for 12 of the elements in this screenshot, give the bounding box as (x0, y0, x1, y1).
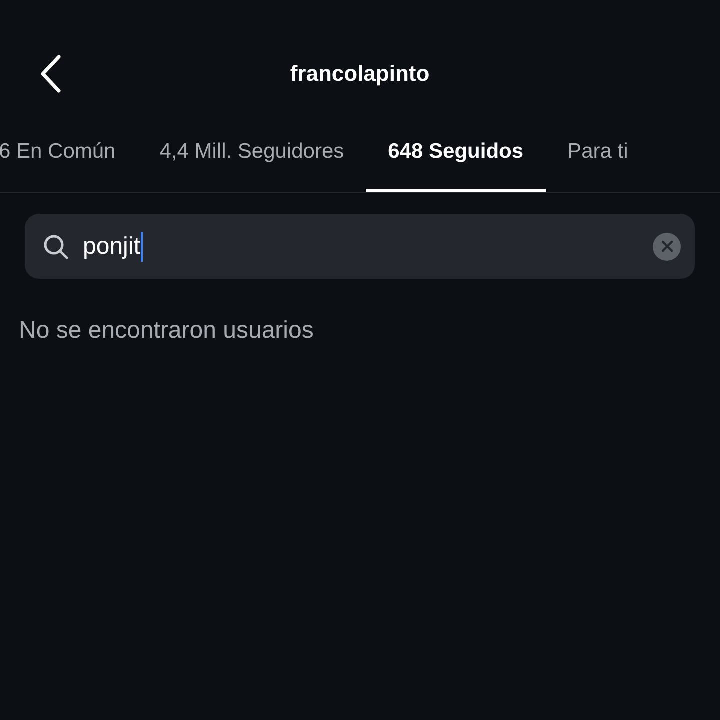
close-icon (662, 241, 672, 252)
empty-message: No se encontraron usuarios (19, 316, 315, 346)
search-icon (43, 234, 69, 260)
tab[interactable]: 4,4 Mill. Seguidores (138, 110, 366, 192)
back-icon (40, 55, 62, 93)
tab[interactable]: 648 Seguidos (366, 110, 546, 192)
search-text: ponjit (83, 232, 140, 262)
profile-title: francolapinto (290, 60, 430, 88)
search-field[interactable]: ponjit (25, 214, 695, 279)
tab[interactable]: Para ti (546, 110, 650, 192)
tab[interactable]: 6 En Común (0, 110, 138, 192)
clear-button[interactable] (653, 232, 681, 260)
